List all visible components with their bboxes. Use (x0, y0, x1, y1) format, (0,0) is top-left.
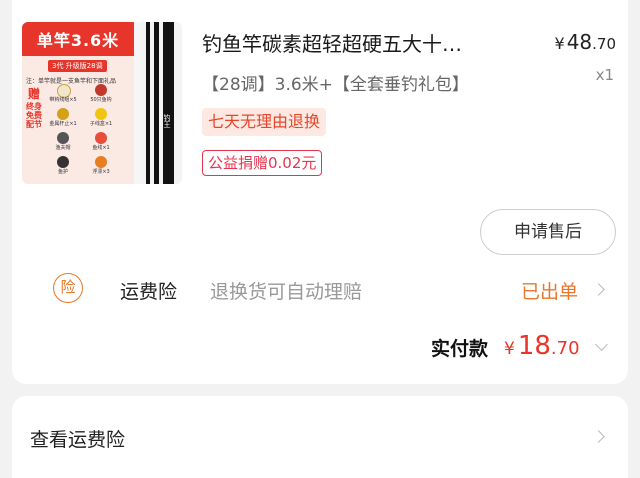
thumbnail-sub-banner: 3代 升级版28调 (48, 60, 107, 72)
thumbnail-note: 注：单竿就是一支鱼竿和下面礼品 (26, 78, 117, 85)
gift-item: 金属杆止×1 (49, 106, 77, 128)
rod-mark: 钓王 (163, 114, 171, 128)
product-price: ¥48.70 (555, 30, 617, 54)
gift-char: 赠 (27, 87, 40, 101)
gift-item-image (95, 132, 107, 144)
shipping-insurance-description: 退换货可自动理赔 (210, 281, 363, 303)
product-title[interactable]: 钓鱼竿碳素超轻超硬五大十… (202, 28, 524, 57)
thumbnail-side-text: 终身免费配节 (26, 102, 42, 129)
gift-item: 带钩线组×5 (49, 82, 77, 104)
price-currency: ¥ (554, 34, 565, 53)
price-decimal: .70 (592, 35, 616, 53)
gift-item-label: 浮漂×3 (92, 169, 110, 175)
shipping-insurance-status[interactable]: 已出单 (521, 277, 578, 304)
apply-after-sale-button[interactable]: 申请售后 (480, 209, 616, 255)
gift-item-label: 子线盒×1 (89, 121, 113, 127)
paid-currency: ¥ (504, 339, 515, 359)
gift-item-label: 鱼线×1 (92, 145, 110, 151)
fishing-rod-image (142, 22, 182, 184)
gift-item: 浮漂×3 (88, 154, 114, 176)
paid-amount-label: 实付款 (431, 338, 489, 360)
shipping-insurance-label: 运费险 (120, 281, 178, 303)
view-shipping-insurance-link[interactable]: 查看运费险 (30, 425, 125, 452)
product-thumbnail[interactable]: 单竿3.6米 3代 升级版28调 注：单竿就是一支鱼竿和下面礼品 赠 终身免费配… (22, 22, 182, 184)
gift-item: 鱼护 (50, 154, 76, 176)
gift-item-label: 带钩线组×5 (49, 97, 77, 103)
insurance-icon: 险 (53, 273, 83, 303)
rod-segment (163, 22, 174, 184)
product-spec: 【28调】3.6米+【全套垂钓礼包】 (202, 75, 469, 95)
paid-decimal: .70 (550, 338, 580, 359)
gift-item-image (57, 156, 69, 168)
paid-integer: 18 (517, 331, 551, 361)
gift-item: 鱼线×1 (88, 130, 114, 152)
gift-item-label: 渔夫帽 (55, 145, 71, 151)
gift-item-image (57, 132, 69, 144)
gift-item: 渔夫帽 (50, 130, 76, 152)
gift-item-image (95, 156, 107, 168)
thumbnail-banner: 单竿3.6米 (22, 22, 134, 56)
price-integer: 48 (566, 30, 593, 54)
thumbnail-gift-label: 赠 终身免费配节 (25, 86, 43, 178)
gift-item-label: 50只鱼钩 (90, 97, 112, 103)
charity-donation-tag: 公益捐赠0.02元 (202, 150, 323, 176)
gift-item-label: 金属杆止×1 (49, 121, 77, 127)
rod-segment (154, 22, 159, 184)
rod-segment (146, 22, 150, 184)
paid-amount: ¥18.70 (504, 331, 580, 361)
return-policy-tag: 七天无理由退换 (202, 108, 327, 136)
gift-item: 子线盒×1 (88, 106, 114, 128)
gift-item-image (57, 108, 69, 120)
gift-item-image (95, 84, 107, 96)
product-quantity: x1 (595, 66, 614, 84)
gift-item-image (95, 108, 107, 120)
gift-item: 50只鱼钩 (88, 82, 114, 104)
gift-item-label: 鱼护 (57, 169, 68, 175)
